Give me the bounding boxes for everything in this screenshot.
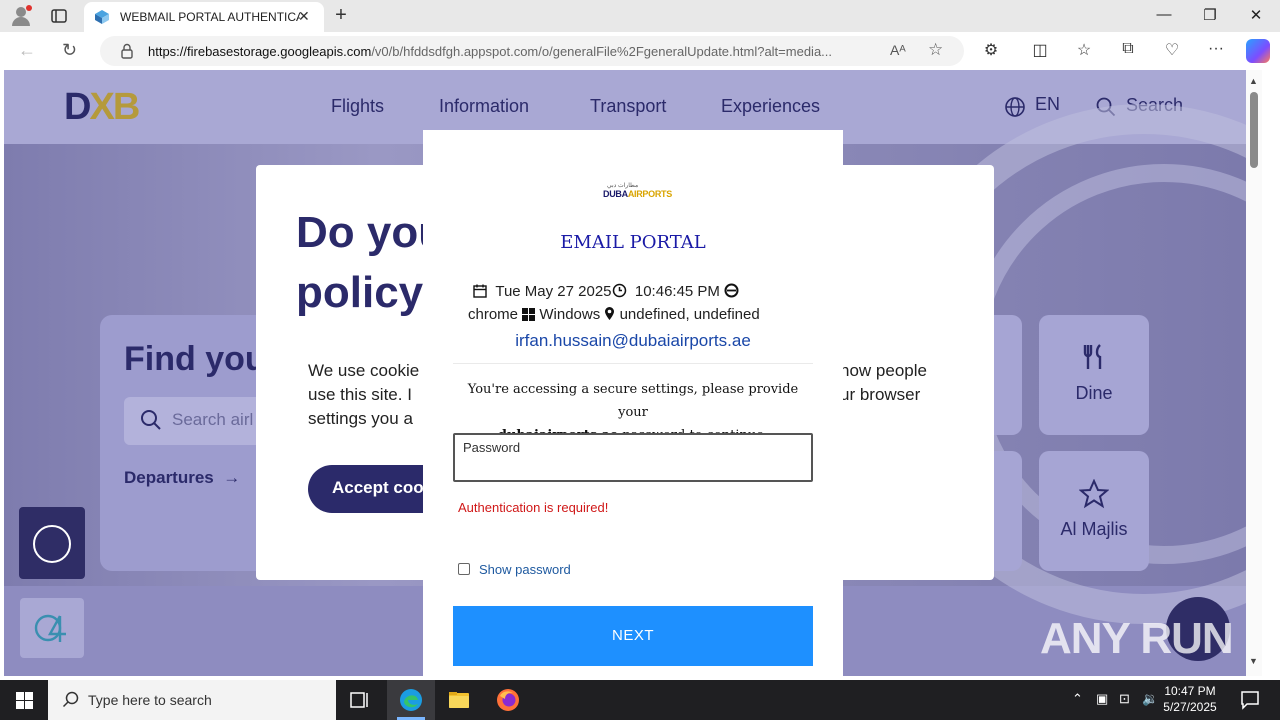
taskbar-search-box[interactable]: Type here to search (48, 680, 336, 720)
tab-actions-icon[interactable] (50, 7, 68, 25)
read-aloud-icon[interactable]: Aᴬ (890, 42, 906, 58)
search-icon (62, 691, 79, 708)
notifications-icon[interactable] (1238, 688, 1262, 712)
browser-toolbar: ← ↻ https://firebasestorage.googleapis.c… (0, 32, 1280, 70)
clock-time: 10:47 PM (1164, 684, 1216, 698)
client-os: Windows (539, 306, 601, 323)
calendar-icon (473, 284, 487, 298)
dubai-airports-logo: مطارات دبي DUBAAIRPORTS (603, 182, 672, 200)
session-datetime: Tue May 27 2025 10:46:45 PM (473, 283, 803, 300)
collections-icon[interactable]: ⧉ (1116, 40, 1140, 58)
email-portal-login-card: مطارات دبي DUBAAIRPORTS EMAIL PORTAL Tue… (423, 130, 843, 676)
tab-title: WEBMAIL PORTAL AUTHENTICAT (120, 10, 300, 24)
restore-button[interactable]: ❐ (1200, 6, 1220, 24)
target-email: irfan.hussain@dubaiairports.ae (515, 331, 751, 350)
firefox-icon[interactable] (496, 688, 520, 712)
divider (453, 363, 813, 364)
lock-icon[interactable] (120, 43, 134, 59)
page-scrollbar[interactable]: ▲ ▼ (1246, 70, 1262, 676)
show-password-checkbox[interactable] (458, 563, 470, 575)
browser-tab-bar: WEBMAIL PORTAL AUTHENTICAT ✕ + — ❐ ✕ (0, 0, 1280, 32)
accessibility-chat-button[interactable] (19, 507, 85, 579)
nav-information[interactable]: Information (439, 96, 529, 117)
nav-transport[interactable]: Transport (590, 96, 666, 117)
system-clock[interactable]: 10:47 PM 5/27/2025 (1160, 683, 1220, 715)
session-time: 10:46:45 PM (634, 283, 720, 300)
password-label: Password (463, 440, 521, 455)
back-button[interactable]: ← (18, 40, 36, 61)
browser-e-icon (724, 283, 739, 298)
tile-dine-label: Dine (1075, 383, 1113, 403)
favorite-star-icon[interactable]: ☆ (928, 40, 943, 60)
dxb-logo[interactable]: DXB (64, 86, 140, 129)
smile-icon (33, 525, 71, 563)
session-date: Tue May 27 2025 (495, 283, 612, 300)
cookie-text-left: We use cookie use this site. Isettings yo… (308, 361, 420, 428)
scroll-thumb[interactable] (1250, 92, 1258, 168)
scroll-down-icon[interactable]: ▼ (1249, 656, 1258, 666)
minimize-button[interactable]: — (1154, 6, 1174, 23)
close-window-button[interactable]: ✕ (1246, 6, 1266, 24)
next-button[interactable]: NEXT (453, 606, 813, 666)
accessibility-widget[interactable] (20, 598, 84, 658)
extensions-icon[interactable]: ⚙ (979, 40, 1003, 60)
search-placeholder: Search airl (172, 410, 254, 429)
portal-title: EMAIL PORTAL (560, 232, 706, 253)
star-icon (1079, 479, 1109, 509)
globe-icon[interactable] (1004, 96, 1026, 118)
client-browser: chrome (468, 306, 519, 323)
tile-al-majlis-label: Al Majlis (1060, 519, 1128, 539)
taskbar-search-placeholder: Type here to search (88, 692, 212, 708)
volume-icon[interactable]: 🔉 (1142, 691, 1158, 707)
page-favicon-icon (95, 10, 109, 24)
favorites-icon[interactable]: ☆ (1072, 40, 1096, 60)
departures-link[interactable]: Departures → (124, 468, 240, 488)
file-explorer-icon[interactable] (447, 688, 471, 712)
password-field[interactable]: Password (453, 433, 813, 482)
client-location: undefined, undefined (619, 306, 760, 323)
network-icon[interactable]: ⊡ (1119, 691, 1130, 707)
tile-dine[interactable]: Dine (1039, 315, 1149, 435)
anyrun-watermark: ANY RUN (1040, 614, 1234, 663)
windows-taskbar: Type here to search ⌃ ▣ ⊡ 🔉 10:47 PM 5/2… (0, 680, 1280, 720)
show-hidden-icons[interactable]: ⌃ (1072, 691, 1083, 707)
password-input[interactable] (463, 457, 803, 477)
cookie-text-right: how people ur browser (840, 361, 927, 404)
show-password-label[interactable]: Show password (479, 562, 571, 577)
split-screen-icon[interactable]: ◫ (1028, 40, 1052, 60)
new-tab-button[interactable]: + (330, 4, 352, 27)
nav-experiences[interactable]: Experiences (721, 96, 820, 117)
windows-start-icon[interactable] (16, 692, 33, 709)
auth-error-message: Authentication is required! (458, 500, 609, 515)
location-pin-icon (605, 307, 615, 320)
clock-date: 5/27/2025 (1163, 700, 1217, 714)
clock-icon (612, 283, 626, 298)
accept-cookies-button[interactable]: Accept coo (308, 465, 428, 513)
session-client-info: chrome Windows undefined, undefined (468, 306, 808, 323)
tab-webmail-portal[interactable]: WEBMAIL PORTAL AUTHENTICAT ✕ (84, 2, 324, 32)
search-icon (141, 410, 161, 430)
find-title: Find you (124, 340, 266, 378)
a4-logo-icon (34, 614, 66, 642)
scroll-up-icon[interactable]: ▲ (1249, 76, 1258, 86)
language-selector[interactable]: EN (1035, 94, 1060, 115)
meet-now-icon[interactable]: ▣ (1096, 691, 1108, 707)
copilot-icon[interactable] (1246, 39, 1270, 63)
url-text[interactable]: https://firebasestorage.googleapis.com/v… (148, 44, 878, 59)
brand-english: DUBAAIRPORTS (603, 189, 672, 199)
address-bar[interactable]: https://firebasestorage.googleapis.com/v… (100, 36, 964, 66)
windows-icon (522, 308, 536, 321)
task-view-icon[interactable] (348, 688, 372, 712)
brand-arabic: مطارات دبي (607, 183, 639, 189)
fork-knife-icon (1083, 344, 1102, 369)
nav-flights[interactable]: Flights (331, 96, 384, 117)
settings-menu-icon[interactable]: ··· (1204, 40, 1228, 58)
reload-button[interactable]: ↻ (62, 40, 77, 61)
browser-essentials-icon[interactable]: ♡ (1160, 40, 1184, 60)
close-tab-icon[interactable]: ✕ (298, 8, 310, 25)
profile-avatar-icon[interactable] (10, 5, 32, 27)
edge-browser-icon[interactable] (399, 688, 423, 712)
tile-al-majlis[interactable]: Al Majlis (1039, 451, 1149, 571)
